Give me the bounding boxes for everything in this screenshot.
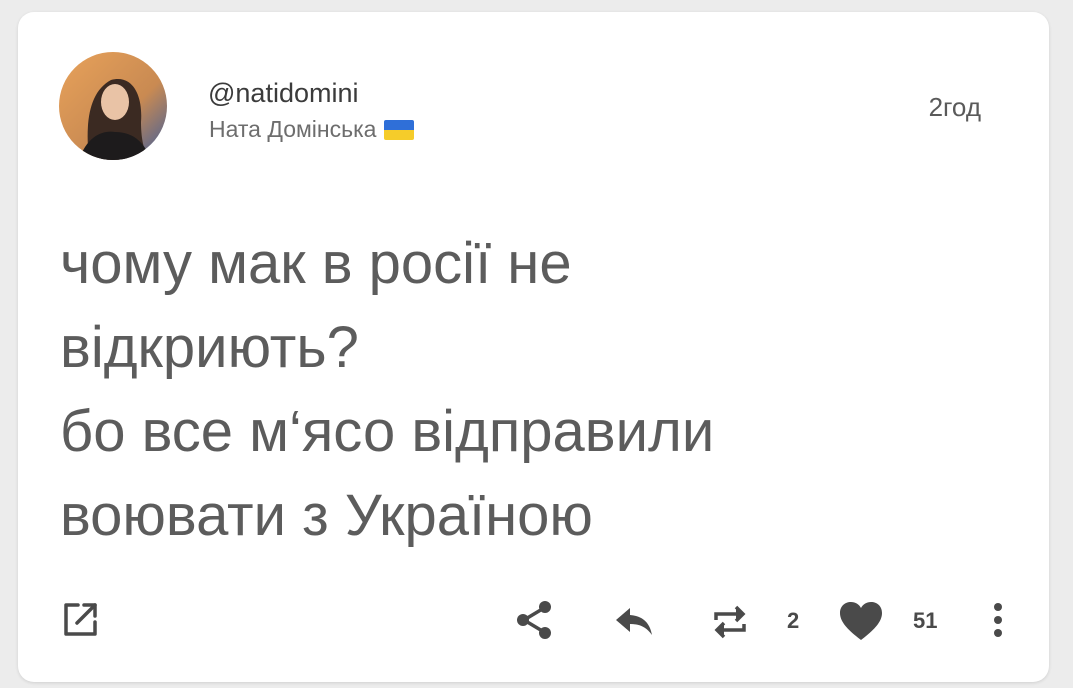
heart-icon[interactable] bbox=[838, 600, 884, 647]
post-timestamp: 2год bbox=[928, 92, 981, 122]
display-name: Ната Домінська bbox=[209, 116, 377, 142]
reply-icon[interactable] bbox=[614, 602, 654, 645]
like-count: 51 bbox=[913, 608, 938, 633]
open-external-icon[interactable] bbox=[60, 600, 100, 645]
avatar[interactable] bbox=[59, 52, 167, 160]
display-name-row: Ната Домінська bbox=[209, 116, 415, 143]
post-body: чому мак в росії не відкриють? бо все м‘… bbox=[60, 222, 960, 558]
post-card: @natidomini Ната Домінська 2год чому мак… bbox=[18, 12, 1049, 682]
more-vertical-icon[interactable] bbox=[990, 600, 1006, 647]
user-handle[interactable]: @natidomini bbox=[208, 78, 358, 109]
repost-count: 2 bbox=[787, 608, 800, 633]
post-line: відкриють? bbox=[60, 315, 359, 380]
post-line: бо все м‘ясо відправили bbox=[60, 399, 715, 464]
post-line: чому мак в росії не bbox=[60, 231, 572, 296]
repost-icon[interactable] bbox=[710, 602, 750, 647]
post-line: воювати з Україною bbox=[60, 483, 593, 548]
ukraine-flag-icon bbox=[384, 119, 415, 140]
share-icon[interactable] bbox=[512, 598, 556, 647]
